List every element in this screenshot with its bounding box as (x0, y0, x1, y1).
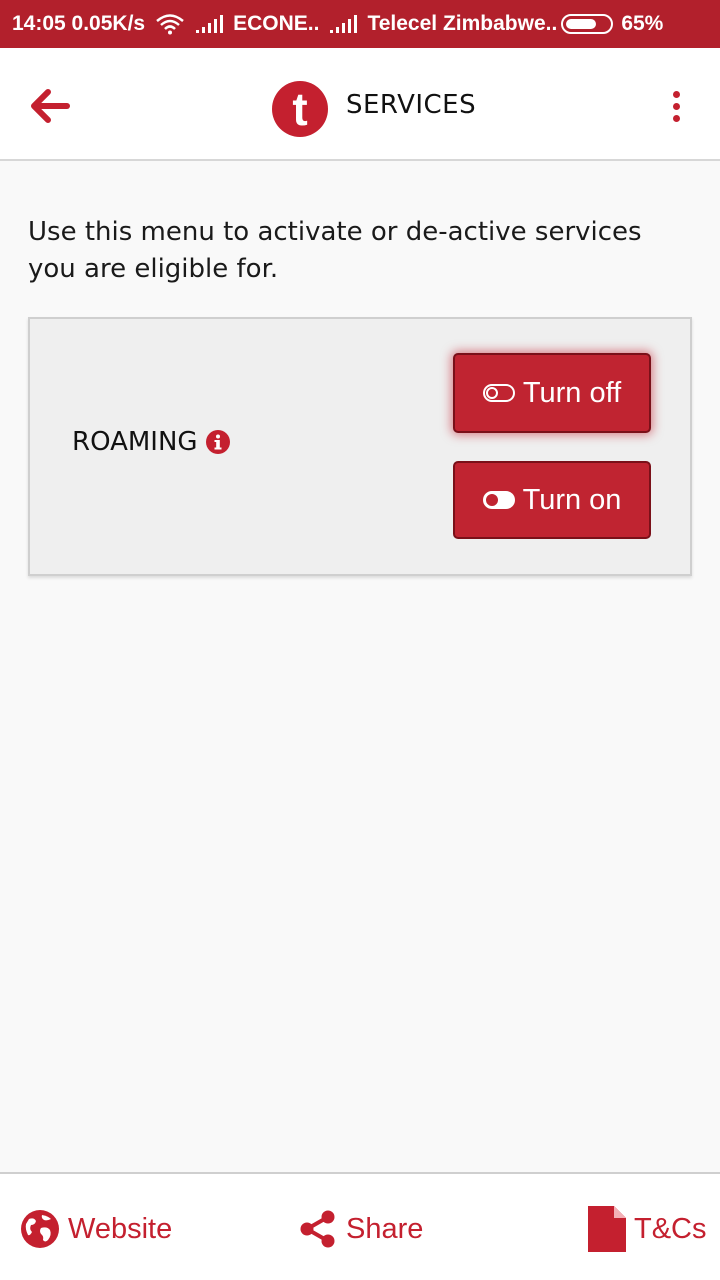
toggle-off-icon (482, 384, 515, 402)
tcs-label: T&Cs (634, 1212, 707, 1245)
service-card-roaming: ROAMING Turn off Turn on (28, 317, 692, 576)
share-icon (300, 1210, 335, 1248)
page-title: SERVICES (346, 90, 477, 120)
share-label: Share (346, 1212, 424, 1245)
signal-icon (195, 14, 224, 34)
turn-off-button[interactable]: Turn off (453, 353, 651, 433)
more-vert-icon (672, 90, 680, 98)
status-carrier1: ECONE.. (233, 12, 320, 35)
status-time-speed: 14:05 0.05K/s (12, 12, 146, 35)
service-label: ROAMING (72, 427, 198, 457)
share-button[interactable]: Share (298, 1204, 423, 1254)
bottom-nav: Website Share T&Cs (0, 1172, 720, 1280)
turn-off-label: Turn off (522, 376, 622, 409)
globe-icon (21, 1210, 59, 1248)
back-button[interactable] (26, 84, 74, 128)
signal-icon (329, 14, 358, 34)
telecel-logo: t (272, 81, 328, 137)
intro-text: Use this menu to activate or de-active s… (28, 217, 642, 284)
more-options-button[interactable] (660, 86, 692, 126)
status-bar: 14:05 0.05K/s ECONE.. Telecel Zimbabwe..… (0, 0, 720, 48)
turn-on-label: Turn on (522, 483, 622, 516)
toggle-on-icon (482, 491, 515, 509)
tcs-button[interactable]: T&Cs (588, 1204, 707, 1254)
website-label: Website (68, 1212, 173, 1245)
turn-on-button[interactable]: Turn on (453, 461, 651, 539)
service-name: ROAMING (72, 427, 230, 457)
wifi-icon (155, 13, 185, 35)
status-battery: 65% (621, 12, 664, 35)
website-button[interactable]: Website (20, 1204, 172, 1254)
arrow-left-icon (31, 89, 70, 123)
document-icon (588, 1206, 626, 1252)
info-icon[interactable] (205, 430, 230, 454)
app-bar: t SERVICES (0, 48, 720, 161)
status-carrier2: Telecel Zimbabwe.. (367, 12, 558, 35)
battery-icon (561, 14, 614, 34)
